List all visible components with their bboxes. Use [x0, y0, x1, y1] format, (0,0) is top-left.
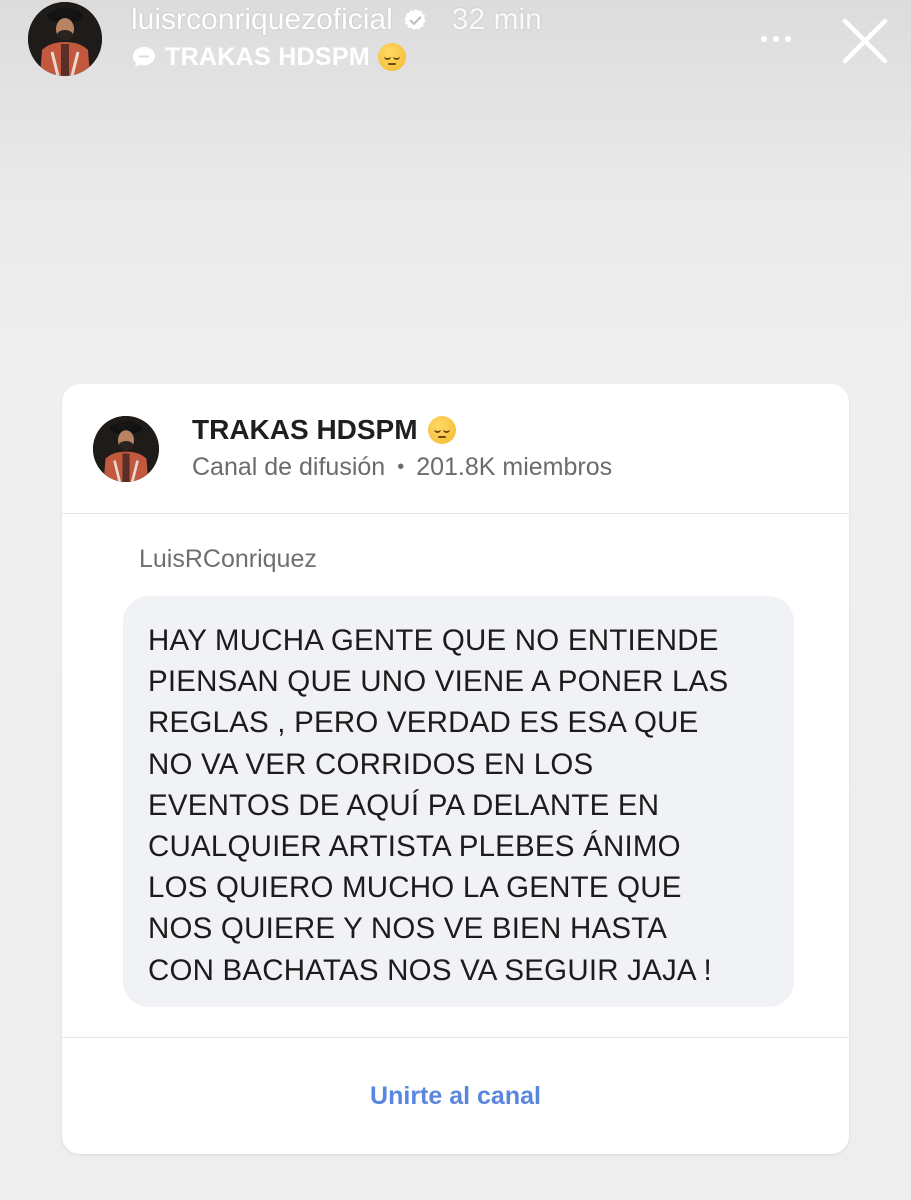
card-header[interactable]: TRAKAS HDSPM Canal de difusión • 201.8K …: [62, 384, 849, 514]
more-dot: [785, 36, 791, 42]
meta-separator: •: [397, 455, 405, 478]
channel-avatar: [93, 416, 159, 482]
pensive-face-emoji: [427, 416, 456, 444]
more-dots-icon: [761, 36, 767, 42]
divider: [62, 513, 849, 514]
broadcast-channel-card: TRAKAS HDSPM Canal de difusión • 201.8K …: [62, 384, 849, 1154]
more-dot: [773, 36, 779, 42]
avatar-image: [28, 2, 102, 76]
channel-avatar-image: [93, 416, 159, 482]
message-text: HAY MUCHA GENTE QUE NO ENTIENDE PIENSAN …: [148, 624, 729, 987]
story-username[interactable]: luisrconriquezoficial: [131, 3, 393, 37]
more-options-button[interactable]: [748, 22, 804, 56]
channel-name: TRAKAS HDSPM: [192, 414, 418, 445]
channel-type: Canal de difusión: [192, 452, 386, 481]
close-icon[interactable]: [836, 12, 894, 70]
join-channel-button[interactable]: Unirte al canal: [62, 1038, 849, 1154]
channel-members: 201.8K miembros: [416, 452, 613, 481]
chat-bubble-icon: [133, 47, 155, 67]
message-sender: LuisRConriquez: [139, 544, 317, 573]
avatar[interactable]: [28, 2, 102, 76]
story-subtitle[interactable]: TRAKAS HDSPM: [131, 41, 406, 73]
channel-name-line: TRAKAS HDSPM: [192, 412, 456, 448]
channel-meta: Canal de difusión • 201.8K miembros: [192, 450, 612, 484]
pensive-face-emoji: [378, 43, 406, 71]
story-header: luisrconriquezoficial 32 min TRAKAS HDSP…: [0, 0, 911, 90]
story-time: 32 min: [451, 3, 542, 36]
verified-badge-icon: [403, 8, 426, 30]
message-bubble: HAY MUCHA GENTE QUE NO ENTIENDE PIENSAN …: [123, 596, 794, 1007]
story-user-line: luisrconriquezoficial 32 min: [131, 1, 542, 39]
story-subtitle-text: TRAKAS HDSPM: [165, 42, 370, 71]
